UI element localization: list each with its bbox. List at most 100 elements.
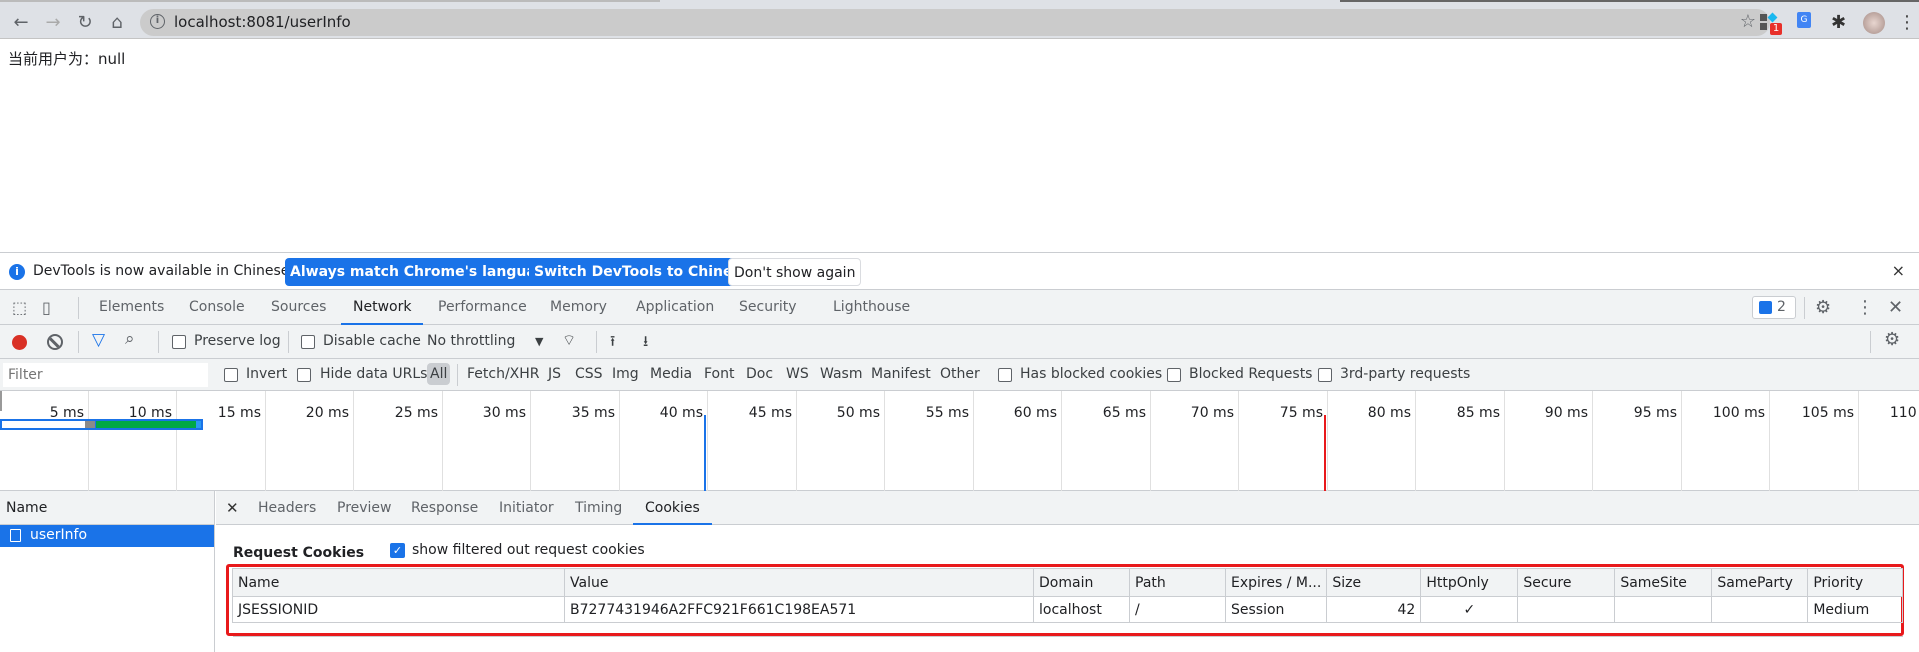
col-path[interactable]: Path xyxy=(1129,568,1226,597)
preserve-log-checkbox[interactable] xyxy=(172,335,186,349)
reload-icon[interactable]: ↻ xyxy=(72,10,98,36)
device-toolbar-icon[interactable]: ▯ xyxy=(42,290,51,325)
close-devtools-icon[interactable]: ✕ xyxy=(1888,290,1903,325)
blocked-requests-checkbox[interactable] xyxy=(1167,368,1181,382)
site-info-icon[interactable]: i xyxy=(150,14,165,29)
col-httponly[interactable]: HttpOnly xyxy=(1420,568,1519,597)
col-expires[interactable]: Expires / M... xyxy=(1224,568,1328,597)
type-filter-css[interactable]: CSS xyxy=(575,366,603,382)
issues-button[interactable]: 2 xyxy=(1752,296,1796,319)
export-har-icon[interactable]: ⭳ xyxy=(643,331,648,356)
hide-data-urls-checkbox[interactable] xyxy=(297,368,311,382)
record-icon[interactable] xyxy=(12,335,27,350)
col-secure[interactable]: Secure xyxy=(1517,568,1616,597)
type-filter-doc[interactable]: Doc xyxy=(746,366,773,382)
tab-sources[interactable]: Sources xyxy=(271,290,326,325)
throttling-dropdown-icon[interactable]: ▼ xyxy=(535,335,543,348)
col-samesite[interactable]: SameSite xyxy=(1614,568,1713,597)
request-cookies-heading: Request Cookies xyxy=(233,545,365,561)
col-domain[interactable]: Domain xyxy=(1033,568,1130,597)
cookie-name: JSESSIONID xyxy=(232,596,565,623)
forward-icon[interactable]: → xyxy=(40,10,66,36)
type-filter-wasm[interactable]: Wasm xyxy=(820,366,862,382)
timeline-gridline xyxy=(1681,391,1682,491)
google-translate-icon[interactable]: G xyxy=(1797,12,1819,34)
url-text[interactable]: localhost:8081/userInfo xyxy=(174,13,351,31)
filter-input[interactable] xyxy=(3,363,208,387)
tab-memory[interactable]: Memory xyxy=(550,290,607,325)
more-options-icon[interactable]: ⋮ xyxy=(1856,290,1874,325)
timeline-tick-label: 105 ms xyxy=(1801,405,1854,421)
search-icon[interactable]: ⌕ xyxy=(125,329,135,349)
tab-console[interactable]: Console xyxy=(189,290,245,325)
col-size[interactable]: Size xyxy=(1326,568,1422,597)
clear-icon[interactable] xyxy=(47,334,63,350)
throttling-select[interactable]: No throttling xyxy=(427,333,515,349)
tab-performance[interactable]: Performance xyxy=(438,290,527,325)
address-bar[interactable]: i localhost:8081/userInfo ☆ xyxy=(140,9,1770,36)
timeline-left-handle[interactable] xyxy=(0,391,2,411)
detail-tab-timing[interactable]: Timing xyxy=(575,491,622,525)
network-settings-icon[interactable]: ⚙ xyxy=(1884,329,1900,350)
type-filter-fetch-xhr[interactable]: Fetch/XHR xyxy=(467,366,540,382)
show-filtered-checkbox[interactable]: ✓ xyxy=(390,543,405,558)
back-icon[interactable]: ← xyxy=(8,10,34,36)
timeline-gridline xyxy=(530,391,531,491)
home-icon[interactable]: ⌂ xyxy=(104,10,130,36)
close-detail-icon[interactable]: ✕ xyxy=(226,491,239,525)
tab-application[interactable]: Application xyxy=(636,290,714,325)
col-value[interactable]: Value xyxy=(564,568,1034,597)
type-filter-manifest[interactable]: Manifest xyxy=(871,366,931,382)
filter-icon[interactable]: ▽ xyxy=(92,330,105,350)
detail-tab-cookies[interactable]: Cookies xyxy=(633,491,712,525)
network-conditions-icon[interactable]: ⌔ xyxy=(562,331,576,350)
switch-to-chinese-button[interactable]: Switch DevTools to Chinese xyxy=(529,258,756,286)
timeline-gridline xyxy=(884,391,885,491)
bookmark-star-icon[interactable]: ☆ xyxy=(1740,11,1756,32)
detail-tab-initiator[interactable]: Initiator xyxy=(499,491,554,525)
type-filter-media[interactable]: Media xyxy=(650,366,692,382)
col-name[interactable]: Name xyxy=(232,568,565,597)
load-event-marker xyxy=(1324,415,1326,491)
type-filter-img[interactable]: Img xyxy=(612,366,639,382)
settings-gear-icon[interactable]: ⚙ xyxy=(1815,290,1831,325)
extensions-puzzle-icon[interactable]: ✱ xyxy=(1831,12,1853,34)
timeline-tick-label: 50 ms xyxy=(836,405,880,421)
col-sameparty[interactable]: SameParty xyxy=(1711,568,1809,597)
disable-cache-checkbox[interactable] xyxy=(301,335,315,349)
invert-checkbox[interactable] xyxy=(224,368,238,382)
profile-avatar[interactable] xyxy=(1863,12,1885,34)
timeline-gridline xyxy=(1592,391,1593,491)
tab-lighthouse[interactable]: Lighthouse xyxy=(833,290,910,325)
network-overview-timeline[interactable]: 5 ms 10 ms 15 ms 20 ms 25 ms 30 ms 35 ms 40 ms 4… xyxy=(0,391,1919,491)
inspect-element-icon[interactable]: ⬚ xyxy=(12,290,27,325)
timeline-gridline xyxy=(1769,391,1770,491)
type-filter-other[interactable]: Other xyxy=(940,366,980,382)
detail-tab-response[interactable]: Response xyxy=(411,491,478,525)
cookie-row[interactable]: JSESSIONID B7277431946A2FFC921F661C198EA… xyxy=(232,596,1904,623)
close-infobar-icon[interactable]: × xyxy=(1892,261,1905,280)
import-har-icon[interactable]: ⭱ xyxy=(610,331,615,356)
request-bar xyxy=(0,419,203,430)
type-filter-all[interactable]: All xyxy=(427,363,451,385)
tab-elements[interactable]: Elements xyxy=(99,290,164,325)
request-bar-queue xyxy=(85,421,95,428)
name-column-header[interactable]: Name xyxy=(0,491,214,525)
devtools-language-infobar: i DevTools is now available in Chinese! … xyxy=(0,252,1919,290)
third-party-checkbox[interactable] xyxy=(1318,368,1332,382)
type-filter-font[interactable]: Font xyxy=(704,366,734,382)
dont-show-again-button[interactable]: Don't show again xyxy=(728,258,862,286)
tab-security[interactable]: Security xyxy=(739,290,797,325)
col-priority[interactable]: Priority xyxy=(1807,568,1904,597)
detail-tab-headers[interactable]: Headers xyxy=(258,491,316,525)
extension-icon[interactable]: 1 xyxy=(1760,12,1782,35)
request-row-userinfo[interactable]: userInfo xyxy=(0,525,214,547)
has-blocked-cookies-checkbox[interactable] xyxy=(998,368,1012,382)
tab-network[interactable]: Network xyxy=(341,290,424,325)
always-match-language-button[interactable]: Always match Chrome's language xyxy=(285,258,561,286)
type-filter-js[interactable]: JS xyxy=(548,366,561,382)
menu-kebab-icon[interactable]: ⋮ xyxy=(1896,12,1918,34)
type-filter-ws[interactable]: WS xyxy=(786,366,809,382)
detail-tab-preview[interactable]: Preview xyxy=(337,491,392,525)
timeline-gridline xyxy=(619,391,620,491)
